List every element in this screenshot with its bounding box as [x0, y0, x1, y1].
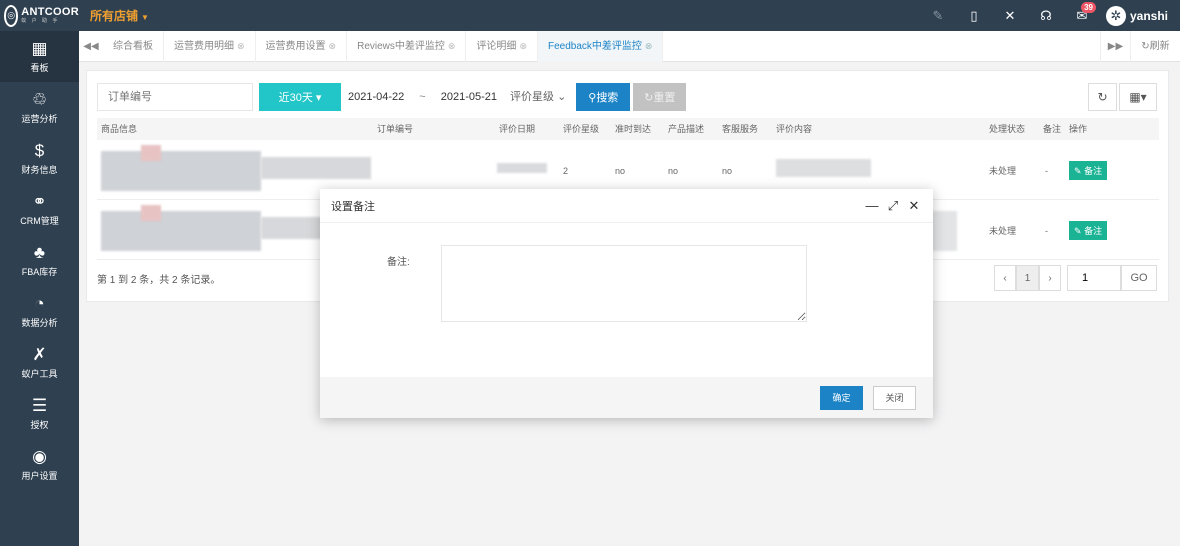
pie-chart-icon: ◔ [34, 294, 45, 313]
user-icon: ◉ [32, 447, 47, 466]
logo-text: ANTCOOR [21, 6, 79, 18]
close-icon[interactable]: ⊗ [645, 41, 653, 51]
headset-icon[interactable]: ☊ [1028, 0, 1064, 31]
tools-icon: ✗ [32, 345, 47, 364]
close-button[interactable]: 关闭 [873, 385, 916, 410]
shop-selector[interactable]: 所有店铺 ▼ [90, 7, 149, 24]
sidebar-item-label: 用户设置 [21, 471, 58, 481]
close-icon[interactable]: ⊗ [329, 41, 337, 51]
tab-dashboard[interactable]: 综合看板 [103, 30, 164, 62]
crm-icon: ⚭ [32, 192, 47, 211]
close-icon[interactable]: ✕ [906, 198, 922, 214]
sidebar-item-label: 财务信息 [21, 165, 58, 175]
sidebar-item-user-settings[interactable]: ◉ 用户设置 [0, 439, 79, 490]
sidebar-item-data[interactable]: ◔ 数据分析 [0, 286, 79, 337]
logo-subtext: 蚁 户 助 手 [21, 18, 60, 24]
refresh-icon: ↻ [1141, 40, 1150, 52]
tab-label: Feedback中差评监控 [547, 40, 642, 52]
sidebar-item-crm[interactable]: ⚭ CRM管理 [0, 184, 79, 235]
tabs-scroll-left-icon[interactable]: ◀◀ [79, 41, 103, 52]
username: yanshi [1129, 8, 1168, 23]
maximize-icon[interactable]: ⤢ [885, 198, 901, 214]
dialog-body: 备注: [320, 223, 933, 377]
sidebar-item-label: 蚁户工具 [21, 369, 58, 379]
shop-selector-label: 所有店铺 [90, 9, 139, 23]
mobile-icon[interactable]: ▯ [956, 0, 992, 31]
close-icon[interactable]: ⊗ [519, 41, 527, 51]
tab-bar: ◀◀ 综合看板 运营费用明细 ⊗ 运营费用设置 ⊗ Reviews中差评监控 ⊗ 评论… [79, 30, 1180, 62]
tab-op-cost-detail[interactable]: 运营费用明细 ⊗ [164, 30, 256, 62]
sidebar-item-label: 运营分析 [21, 114, 58, 124]
dialog-header: 设置备注 — ⤢ ✕ [320, 189, 933, 223]
tab-review-detail[interactable]: 评论明细 ⊗ [466, 30, 538, 62]
tab-label: Reviews中差评监控 [357, 40, 445, 52]
logo-mark-icon: ◎ [4, 4, 19, 27]
sidebar-item-fba[interactable]: ♣ FBA库存 [0, 235, 79, 286]
dialog-title: 设置备注 [331, 200, 375, 213]
sidebar-item-analysis[interactable]: ♲ 运营分析 [0, 82, 79, 133]
tab-label: 运营费用明细 [174, 40, 234, 52]
refresh-label: 刷新 [1149, 40, 1170, 52]
sidebar-item-label: 看板 [30, 63, 49, 73]
note-textarea[interactable] [441, 245, 807, 322]
close-icon[interactable]: ⊗ [237, 41, 245, 51]
top-bar: ◎ ANTCOOR 蚁 户 助 手 所有店铺 ▼ ✎ ▯ ✕ ☊ ✉ 39 ✲ ya… [0, 0, 1180, 31]
mail-icon[interactable]: ✉ 39 [1064, 0, 1100, 31]
notification-badge: 39 [1081, 2, 1096, 13]
sidebar: ▦ 看板 ♲ 运营分析 $ 财务信息 ⚭ CRM管理 ♣ FBA库存 ◔ 数据分… [0, 31, 79, 546]
clean-icon[interactable]: ✎ [920, 0, 956, 31]
tab-reviews-monitor[interactable]: Reviews中差评监控 ⊗ [347, 30, 467, 62]
refresh-button[interactable]: ↻刷新 [1130, 30, 1180, 62]
sidebar-item-dashboard[interactable]: ▦ 看板 [0, 31, 79, 82]
dashboard-icon: ▦ [31, 39, 48, 58]
close-icon[interactable]: ⊗ [448, 41, 456, 51]
fullscreen-icon[interactable]: ✕ [992, 0, 1028, 31]
sidebar-item-label: 授权 [30, 420, 49, 430]
tab-op-cost-settings[interactable]: 运营费用设置 ⊗ [256, 30, 348, 62]
user-menu[interactable]: ✲ yanshi [1105, 5, 1168, 26]
sidebar-item-tools[interactable]: ✗ 蚁户工具 [0, 337, 79, 388]
sidebar-item-label: 数据分析 [21, 318, 58, 328]
sidebar-item-label: CRM管理 [20, 216, 59, 226]
finance-icon: $ [34, 141, 45, 160]
avatar: ✲ [1105, 5, 1126, 26]
tab-feedback-monitor[interactable]: Feedback中差评监控 ⊗ [537, 30, 664, 62]
tab-label: 评论明细 [476, 40, 517, 52]
tab-label: 运营费用设置 [265, 40, 326, 52]
set-note-dialog: 设置备注 — ⤢ ✕ 备注: 确定 关闭 [320, 189, 933, 418]
sliders-icon: ☰ [31, 396, 48, 415]
dialog-footer: 确定 关闭 [320, 377, 933, 418]
analysis-icon: ♲ [31, 90, 48, 109]
note-field-label: 备注: [387, 257, 410, 268]
logo: ◎ ANTCOOR 蚁 户 助 手 [0, 0, 79, 31]
confirm-button[interactable]: 确定 [820, 385, 863, 410]
minimize-icon[interactable]: — [864, 198, 880, 213]
tabs-scroll-right-icon[interactable]: ▶▶ [1100, 30, 1130, 62]
caret-down-icon: ▼ [141, 13, 149, 22]
sidebar-item-label: FBA库存 [21, 267, 58, 277]
sidebar-item-auth[interactable]: ☰ 授权 [0, 388, 79, 439]
sidebar-item-finance[interactable]: $ 财务信息 [0, 133, 79, 184]
tab-label: 综合看板 [113, 40, 153, 52]
inventory-icon: ♣ [33, 243, 46, 262]
